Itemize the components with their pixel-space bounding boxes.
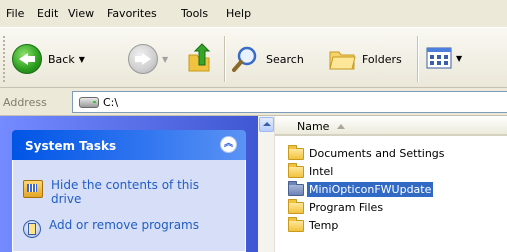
file-list: Name Documents and Settings Intel MiniOp… [258, 116, 507, 252]
file-name: MiniOpticonFWUpdate [307, 182, 434, 197]
menu-help[interactable]: Help [226, 7, 251, 20]
file-row[interactable]: Intel [288, 162, 335, 180]
collapse-chevron-icon[interactable]: ︽ [220, 136, 237, 153]
up-folder-button[interactable] [186, 43, 212, 73]
menu-favorites[interactable]: Favorites [107, 7, 157, 20]
vertical-scrollbar[interactable] [258, 116, 275, 252]
system-tasks-body: Hide the contents of this drive Add or r… [12, 160, 246, 252]
search-label: Search [266, 52, 304, 66]
task-add-remove-programs[interactable]: Add or remove programs [23, 218, 199, 238]
address-label: Address [3, 96, 47, 109]
system-tasks-header[interactable]: System Tasks ︽ [12, 130, 246, 160]
task-add-remove-label[interactable]: Add or remove programs [49, 218, 199, 238]
file-row[interactable]: Documents and Settings [288, 144, 447, 162]
scroll-up-arrow-icon[interactable] [259, 117, 274, 132]
name-column-label: Name [297, 120, 330, 133]
file-name: Intel [309, 165, 334, 178]
views-icon [426, 47, 452, 69]
forward-arrow-icon [128, 44, 158, 74]
system-tasks-title: System Tasks [25, 139, 117, 153]
file-row[interactable]: Program Files [288, 198, 385, 216]
file-row[interactable]: Temp [288, 216, 340, 234]
address-input[interactable]: C:\ [72, 91, 507, 113]
folder-icon [288, 198, 304, 214]
drive-icon [79, 96, 99, 108]
menu-bar: File Edit View Favorites Tools Help [0, 0, 507, 28]
folder-icon [288, 144, 304, 160]
toolbar: Back ▼ ▼ Search Folders ▼ [0, 28, 507, 88]
address-path: C:\ [103, 95, 119, 109]
task-hide-contents[interactable]: Hide the contents of this drive [23, 178, 201, 206]
views-dropdown-icon[interactable]: ▼ [456, 54, 462, 63]
folders-label: Folders [362, 52, 402, 66]
toolbar-grip[interactable] [3, 36, 5, 82]
search-icon [232, 46, 257, 72]
folders-icon [329, 51, 356, 70]
forward-button[interactable]: ▼ [128, 44, 168, 74]
forward-dropdown-icon[interactable]: ▼ [162, 55, 168, 64]
add-remove-programs-icon [23, 220, 41, 238]
search-button[interactable]: Search [232, 46, 304, 72]
menu-tools[interactable]: Tools [181, 7, 208, 20]
folder-icon [288, 180, 304, 196]
views-button[interactable]: ▼ [426, 46, 462, 70]
file-name: Temp [309, 219, 339, 232]
menu-edit[interactable]: Edit [37, 7, 58, 20]
file-name: Documents and Settings [309, 147, 445, 160]
folder-icon [288, 162, 304, 178]
name-column-header[interactable]: Name [275, 116, 507, 136]
file-row-selected[interactable]: MiniOpticonFWUpdate [288, 180, 434, 198]
folders-button[interactable]: Folders [328, 46, 402, 72]
task-hide-contents-label[interactable]: Hide the contents of this drive [51, 178, 201, 206]
back-button[interactable]: Back ▼ [12, 44, 85, 74]
address-bar: Address C:\ [0, 88, 507, 116]
back-arrow-icon [12, 44, 42, 74]
sort-ascending-icon [337, 124, 345, 129]
folder-icon [288, 216, 304, 232]
back-label: Back [48, 52, 75, 66]
hide-contents-icon [23, 180, 43, 198]
menu-view[interactable]: View [68, 7, 94, 20]
file-name: Program Files [309, 201, 384, 214]
back-dropdown-icon[interactable]: ▼ [79, 55, 85, 64]
up-folder-icon [188, 43, 211, 72]
task-pane: System Tasks ︽ Hide the contents of this… [0, 116, 258, 252]
menu-file[interactable]: File [6, 7, 24, 20]
